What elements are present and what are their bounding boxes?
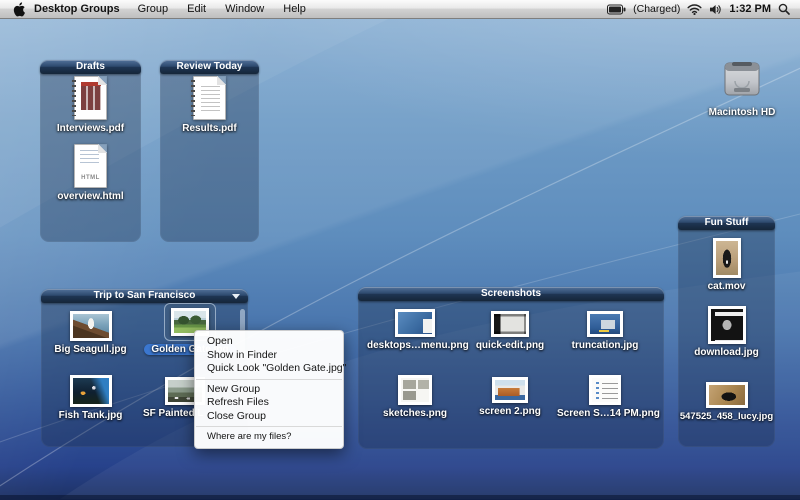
file-results-pdf[interactable]: Results.pdf [160, 76, 259, 134]
file-label: 547525_458_lucy.jpg [679, 411, 774, 422]
photo-thumbnail [589, 375, 621, 405]
group-header-review-today[interactable]: Review Today [160, 60, 259, 74]
menu-window[interactable]: Window [225, 3, 264, 15]
battery-icon[interactable] [607, 4, 626, 15]
group-title: Screenshots [480, 288, 542, 299]
file-label: Screen S…14 PM.png [557, 408, 660, 419]
menu-help[interactable]: Help [283, 3, 306, 15]
photo-thumbnail [707, 306, 746, 344]
file-label: truncation.jpg [571, 340, 639, 351]
menu-bar: Desktop Groups Group Edit Window Help (C… [0, 0, 800, 19]
photo-thumbnail [491, 311, 529, 337]
spotlight-icon[interactable] [778, 3, 790, 15]
volume-label: Macintosh HD [708, 107, 776, 118]
apple-logo-icon [13, 1, 25, 16]
file-overview-html[interactable]: HTML overview.html [40, 144, 141, 202]
menu-separator [196, 378, 342, 380]
app-menu-title[interactable]: Desktop Groups [34, 3, 120, 15]
photo-thumbnail [587, 311, 623, 337]
menu-item-open[interactable]: Open [195, 335, 343, 349]
file-label: desktops…menu.png [367, 340, 469, 351]
menu-item-close-group[interactable]: Close Group [195, 410, 343, 424]
group-header-screenshots[interactable]: Screenshots [358, 287, 664, 301]
volume-icon[interactable] [709, 4, 722, 15]
file-label: sketches.png [383, 408, 447, 419]
movie-thumbnail [712, 238, 741, 278]
desktop-wallpaper: Drafts Interviews.pdf HTML overview.html… [0, 19, 800, 500]
file-quick-edit[interactable]: quick-edit.png [462, 311, 558, 351]
file-big-seagull[interactable]: Big Seagull.jpg [43, 311, 138, 355]
file-label: Big Seagull.jpg [54, 344, 127, 355]
file-download-jpg[interactable]: download.jpg [678, 306, 775, 358]
file-label: Interviews.pdf [56, 123, 125, 134]
group-menu-arrow-icon[interactable] [232, 294, 240, 299]
group-screenshots: Screenshots desktops…menu.png quick-edit… [358, 287, 664, 449]
group-header-trip[interactable]: Trip to San Francisco [41, 289, 248, 303]
file-cat-mov[interactable]: cat.mov [678, 238, 775, 292]
file-label: Results.pdf [182, 123, 237, 134]
file-truncation[interactable]: truncation.jpg [557, 311, 653, 351]
file-sketches[interactable]: sketches.png [367, 375, 463, 419]
photo-thumbnail [395, 309, 435, 337]
file-screen-2[interactable]: screen 2.png [462, 377, 558, 417]
photo-thumbnail [398, 375, 432, 405]
file-fish-tank[interactable]: Fish Tank.jpg [43, 375, 138, 421]
group-title: Fun Stuff [704, 217, 749, 228]
file-label: Fish Tank.jpg [58, 410, 123, 421]
volume-macintosh-hd[interactable]: Macintosh HD [698, 61, 786, 118]
menu-group[interactable]: Group [138, 3, 169, 15]
photo-thumbnail [492, 377, 528, 403]
file-label: quick-edit.png [475, 340, 545, 351]
photo-thumbnail [69, 311, 112, 341]
screen: Desktop Groups Group Edit Window Help (C… [0, 0, 800, 500]
group-header-drafts[interactable]: Drafts [40, 60, 141, 74]
file-interviews-pdf[interactable]: Interviews.pdf [40, 76, 141, 134]
menu-item-show-in-finder[interactable]: Show in Finder [195, 349, 343, 363]
menu-separator [196, 426, 342, 427]
menu-edit[interactable]: Edit [187, 3, 206, 15]
battery-status-text: (Charged) [633, 3, 681, 15]
wifi-icon[interactable] [687, 3, 702, 15]
file-lucy-jpg[interactable]: 547525_458_lucy.jpg [678, 382, 775, 422]
group-review-today: Review Today Results.pdf [160, 60, 259, 242]
file-label: screen 2.png [479, 406, 541, 417]
pdf-file-icon [191, 76, 226, 120]
menu-item-refresh-files[interactable]: Refresh Files [195, 396, 343, 410]
file-label: download.jpg [694, 347, 759, 358]
group-title: Drafts [76, 61, 105, 72]
file-label: cat.mov [707, 281, 746, 292]
group-drafts: Drafts Interviews.pdf HTML overview.html [40, 60, 141, 242]
context-menu: Open Show in Finder Quick Look "Golden G… [194, 330, 346, 449]
group-header-fun-stuff[interactable]: Fun Stuff [678, 216, 775, 230]
apple-menu[interactable] [12, 1, 25, 17]
file-label: overview.html [57, 191, 124, 202]
html-file-icon: HTML [74, 144, 107, 188]
group-fun-stuff: Fun Stuff cat.mov download.jpg 547525_45… [678, 216, 775, 447]
hard-drive-icon [724, 62, 760, 96]
file-screen-shot[interactable]: Screen S…14 PM.png [557, 375, 660, 419]
menu-item-new-group[interactable]: New Group [195, 383, 343, 397]
pdf-file-icon [72, 76, 107, 120]
photo-thumbnail [705, 382, 748, 408]
html-badge-text: HTML [81, 175, 100, 181]
photo-thumbnail [69, 375, 112, 407]
menu-item-where-are-my-files[interactable]: Where are my files? [195, 430, 343, 444]
menu-item-quick-look[interactable]: Quick Look "Golden Gate.jpg" [195, 362, 346, 376]
clock[interactable]: 1:32 PM [729, 3, 771, 15]
group-title: Trip to San Francisco [93, 290, 196, 301]
file-desktops-menu[interactable]: desktops…menu.png [367, 309, 469, 351]
group-title: Review Today [176, 61, 243, 72]
